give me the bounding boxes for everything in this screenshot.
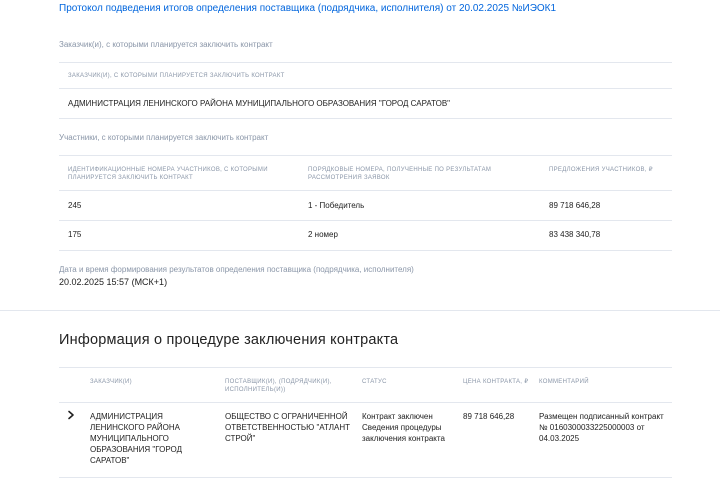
customer-name: АДМИНИСТРАЦИЯ ЛЕНИНСКОГО РАЙОНА МУНИЦИПА… (68, 99, 451, 108)
section-divider (0, 310, 720, 311)
procedure-status-link[interactable]: Сведения процедуры заключения контракта (362, 422, 457, 444)
divider (59, 477, 672, 478)
divider (59, 88, 672, 89)
divider (59, 402, 672, 403)
procedure-customer: АДМИНИСТРАЦИЯ ЛЕНИНСКОГО РАЙОНА МУНИЦИПА… (90, 412, 182, 465)
customers-caption: Заказчик(и), с которыми планируется закл… (59, 40, 273, 49)
participant-id: 175 (68, 230, 82, 239)
header-customer: ЗАКАЗЧИК(И) (90, 379, 132, 385)
participant-order: 2 номер (308, 230, 338, 239)
participant-order: 1 - Победитель (308, 201, 365, 210)
header-participant-ids: ИДЕНТИФИКАЦИОННЫЕ НОМЕРА УЧАСТНИКОВ, С К… (68, 167, 268, 181)
results-label: Дата и время формирования результатов оп… (59, 265, 414, 274)
procedure-title: Информация о процедуре заключения контра… (59, 332, 399, 348)
header-order-numbers: ПОРЯДКОВЫЕ НОМЕРА, ПОЛУЧЕННЫЕ ПО РЕЗУЛЬТ… (308, 167, 492, 181)
chevron-right-icon[interactable] (66, 410, 76, 420)
divider (59, 62, 672, 63)
divider (59, 155, 672, 156)
header-offers: ПРЕДЛОЖЕНИЯ УЧАСТНИКОВ, ₽ (549, 167, 653, 173)
procedure-status: Контракт заключен (362, 412, 433, 421)
divider (59, 118, 672, 119)
header-supplier: ПОСТАВЩИК(И), (ПОДРЯДЧИК(И), ИСПОЛНИТЕЛЬ… (225, 379, 332, 393)
protocol-link[interactable]: Протокол подведения итогов определения п… (59, 3, 559, 15)
divider (59, 250, 672, 251)
divider (59, 367, 672, 368)
procedure-price: 89 718 646,28 (463, 412, 515, 421)
participant-id: 245 (68, 201, 82, 210)
participant-offer: 89 718 646,28 (549, 201, 601, 210)
divider (59, 190, 672, 191)
customers-table-header: ЗАКАЗЧИК(И), С КОТОРЫМИ ПЛАНИРУЕТСЯ ЗАКЛ… (68, 73, 285, 79)
header-price: ЦЕНА КОНТРАКТА, ₽ (463, 379, 529, 385)
participant-offer: 83 438 340,78 (549, 230, 601, 239)
divider (59, 220, 672, 221)
procedure-comment: Размещен подписанный контракт № 01603000… (539, 412, 664, 443)
header-comment: КОММЕНТАРИЙ (539, 379, 589, 385)
procedure-supplier: ОБЩЕСТВО С ОГРАНИЧЕННОЙ ОТВЕТСТВЕННОСТЬЮ… (225, 412, 350, 443)
header-status: СТАТУС (362, 379, 387, 385)
results-datetime: 20.02.2025 15:57 (МСК+1) (59, 277, 168, 287)
participants-caption: Участники, с которыми планируется заключ… (59, 133, 269, 142)
